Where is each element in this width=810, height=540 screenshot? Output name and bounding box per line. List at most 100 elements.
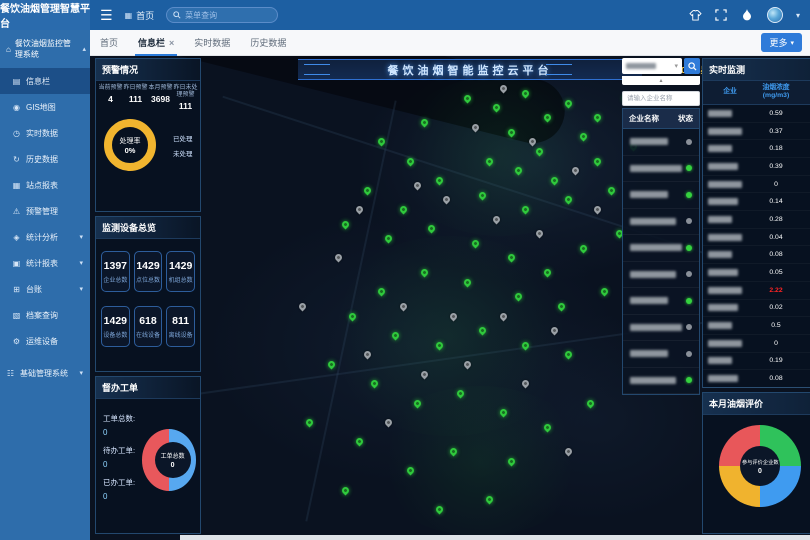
fullscreen-icon[interactable] — [715, 9, 728, 22]
map-pin-icon[interactable] — [305, 418, 315, 428]
company-list-item[interactable] — [623, 368, 699, 395]
workorder-stats: 工单总数: 0 待办工单: 0 已办工单: 0 — [103, 407, 142, 501]
redacted-company-name — [708, 322, 732, 329]
more-button[interactable]: 更多 ▾ — [761, 33, 802, 52]
realtime-table-row[interactable]: 0.28 2023-11-24 13:00:00 — [703, 211, 810, 229]
sidebar-item[interactable]: ⚙ 运维设备 — [0, 328, 90, 354]
company-list-item[interactable] — [623, 235, 699, 262]
map-pin-icon[interactable] — [341, 485, 351, 495]
company-list-item[interactable] — [623, 156, 699, 183]
realtime-table-row[interactable]: 0.04 2024-01-30 10:03:00 — [703, 229, 810, 247]
realtime-table-row[interactable]: 0.18 2023-11-10 03:45:00 — [703, 140, 810, 158]
company-search-button[interactable] — [684, 58, 700, 74]
sidebar-item[interactable]: ◉ GIS地图 — [0, 94, 90, 120]
map-canvas[interactable]: 餐饮油烟智能监控云平台 2024/1/30 10:03 星期二 预警情况 当前预… — [90, 56, 810, 540]
close-tab-icon[interactable]: × — [169, 38, 174, 48]
collapse-toggle[interactable]: ▴ — [622, 76, 700, 85]
reading-timestamp: 2024-01-30 10:03:00 — [800, 234, 810, 241]
map-pin-icon[interactable] — [297, 301, 307, 311]
realtime-table-row[interactable]: 0.59 2024-01-30 10:03:00 — [703, 105, 810, 123]
realtime-table-row[interactable]: 2.22 2023-12-15 01:11:00 — [703, 282, 810, 300]
map-pin-icon[interactable] — [362, 185, 372, 195]
map-pin-icon[interactable] — [585, 398, 595, 408]
map-pin-icon[interactable] — [578, 243, 588, 253]
device-stat-box: 1429 点位总数 — [134, 251, 163, 292]
map-pin-icon[interactable] — [427, 224, 437, 234]
fume-concentration-value: 0 — [752, 340, 800, 347]
warning-stat: 昨日预警 111 — [123, 85, 148, 111]
realtime-table-row[interactable]: 0.02 2023-09-01 17:39:00 — [703, 300, 810, 318]
warning-stat: 本月预警 3698 — [148, 85, 173, 111]
sidebar-item[interactable]: ◷ 实时数据 — [0, 120, 90, 146]
sidebar-item-label: 信息栏 — [26, 76, 50, 87]
horizontal-scrollbar[interactable] — [180, 535, 810, 540]
evaluation-panel-title: 本月油烟评价 — [703, 393, 810, 415]
sidebar-item[interactable]: ↻ 历史数据 — [0, 146, 90, 172]
map-pin-icon[interactable] — [600, 287, 610, 297]
map-pin-icon[interactable] — [593, 205, 603, 215]
redacted-company-name — [708, 304, 738, 311]
sidebar-item[interactable]: ▣ 统计报表 ▾ — [0, 250, 90, 276]
map-cluster-glow — [390, 76, 610, 236]
fume-concentration-value: 0.19 — [752, 357, 800, 364]
realtime-table-row[interactable]: 0 2024-01-17 22:53:00 — [703, 176, 810, 194]
realtime-table-row[interactable]: 0.39 2023-11-16 08:04:00 — [703, 158, 810, 176]
map-pin-icon[interactable] — [333, 253, 343, 263]
map-pin-icon[interactable] — [341, 219, 351, 229]
company-filter-select[interactable]: ▾ — [622, 58, 682, 74]
realtime-table-row[interactable]: 0.08 2023-12-03 12:47:00 — [703, 370, 810, 388]
company-list-item[interactable] — [623, 288, 699, 315]
fume-concentration-value: 0.37 — [752, 128, 800, 135]
user-menu-chevron-down-icon[interactable]: ▾ — [796, 11, 800, 20]
company-list-item[interactable] — [623, 262, 699, 289]
notification-flame-icon[interactable] — [741, 9, 754, 22]
breadcrumb[interactable]: ▦ 首页 — [125, 9, 155, 22]
sidebar-item[interactable]: ⊞ 台账 ▾ — [0, 276, 90, 302]
sidebar-item[interactable]: ☷ 基础管理系统 ▾ — [0, 360, 90, 386]
realtime-table-row[interactable]: 0.08 2023-11-01 22:25:00 — [703, 246, 810, 264]
realtime-table-row[interactable]: 0.5 2023-10-06 16:44:00 — [703, 317, 810, 335]
reading-timestamp: 2024-01-30 10:03:00 — [800, 128, 810, 135]
company-list-item[interactable] — [623, 341, 699, 368]
sidebar-item[interactable]: ▧ 档案查询 — [0, 302, 90, 328]
map-pin-icon[interactable] — [607, 185, 617, 195]
company-list-item[interactable] — [623, 315, 699, 342]
tab[interactable]: 信息栏 × — [138, 30, 174, 56]
status-dot — [686, 377, 692, 383]
sidebar-item[interactable]: ⚠ 预警管理 — [0, 198, 90, 224]
warning-panel-title: 预警情况 — [96, 59, 200, 81]
realtime-table-row[interactable]: 0.05 2024-01-30 10:03:00 — [703, 264, 810, 282]
redacted-company-name — [708, 287, 742, 294]
company-name-input[interactable] — [622, 91, 700, 106]
reading-timestamp: 2023-11-16 08:04:00 — [800, 163, 810, 170]
device-stat-box: 1397 企业总数 — [101, 251, 130, 292]
fume-concentration-value: 0.02 — [752, 304, 800, 311]
map-pin-icon[interactable] — [384, 234, 394, 244]
map-pin-icon[interactable] — [398, 205, 408, 215]
warning-legend: 已处理 未处理 — [164, 133, 193, 158]
company-list-item[interactable] — [623, 129, 699, 156]
user-avatar[interactable] — [767, 7, 783, 23]
company-list-item[interactable] — [623, 182, 699, 209]
sidebar-group-header[interactable]: ⌂ 餐饮油烟监控管理系统 ▴ — [0, 30, 90, 68]
sidebar-item[interactable]: ▦ 站点报表 — [0, 172, 90, 198]
realtime-table-row[interactable]: 0.37 2024-01-30 10:03:00 — [703, 123, 810, 141]
legend-item: 已处理 — [164, 133, 193, 143]
map-pin-icon[interactable] — [355, 205, 365, 215]
menu-search-input[interactable] — [185, 11, 265, 20]
chevron-down-icon: ▾ — [79, 233, 83, 241]
sidebar-item[interactable]: ▤ 信息栏 — [0, 68, 90, 94]
company-list-item[interactable] — [623, 209, 699, 236]
hamburger-menu-icon[interactable]: ☰ — [100, 7, 113, 24]
map-pin-icon[interactable] — [535, 229, 545, 239]
theme-skin-icon[interactable] — [689, 9, 702, 22]
realtime-table-row[interactable]: 0.14 2024-01-30 10:03:00 — [703, 193, 810, 211]
realtime-table-row[interactable]: 0.19 2023-10-06 13:04:00 — [703, 353, 810, 371]
tab[interactable]: 实时数据 — [194, 30, 230, 56]
map-pin-icon[interactable] — [355, 437, 365, 447]
tab[interactable]: 首页 — [100, 30, 118, 56]
realtime-table-row[interactable]: 0 2022-09-17 01:34:00 — [703, 335, 810, 353]
sidebar-item[interactable]: ◈ 统计分析 ▾ — [0, 224, 90, 250]
menu-search-box[interactable] — [166, 7, 278, 23]
tab[interactable]: 历史数据 — [250, 30, 286, 56]
